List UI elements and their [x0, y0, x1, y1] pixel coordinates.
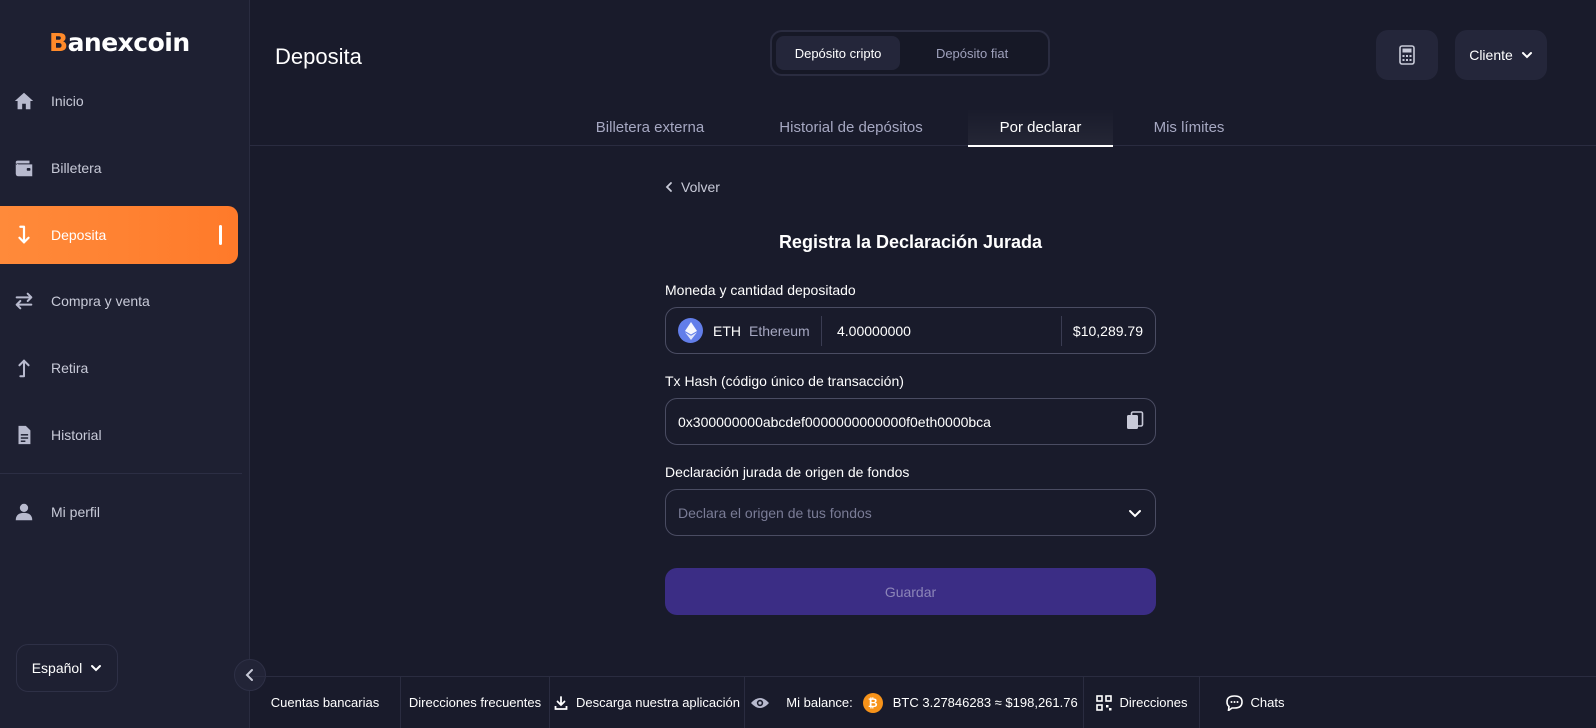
copy-icon [1127, 410, 1144, 429]
calculator-button[interactable] [1376, 30, 1438, 80]
form-title: Registra la Declaración Jurada [778, 232, 1043, 252]
bitcoin-icon: ₿ [862, 692, 883, 713]
document-icon [12, 423, 36, 447]
language-label: Español [31, 660, 83, 676]
back-label: Volver [681, 179, 720, 195]
language-selector[interactable]: Español [16, 644, 118, 692]
footer-chats[interactable]: Chats [1200, 677, 1310, 728]
tx-hash-field[interactable]: 0x300000000abcdef0000000000000f0eth0000b… [665, 398, 1156, 445]
sidebar-item-label: Retira [51, 360, 89, 376]
footer-bank-accounts-label: Cuentas bancarias [270, 695, 380, 710]
copy-button[interactable] [1115, 410, 1155, 433]
user-icon [12, 500, 36, 524]
sidebar-item-label: Historial [51, 427, 102, 443]
active-indicator [219, 225, 222, 245]
origin-select[interactable]: Declara el origen de tus fondos [665, 489, 1156, 536]
coin-selector[interactable]: ETH Ethereum [666, 315, 822, 346]
usd-value: $10,289.79 [1061, 315, 1155, 346]
chevron-down-icon [1521, 52, 1532, 59]
home-icon [12, 89, 36, 113]
footer-download-app[interactable]: Descarga nuestra aplicación [550, 676, 745, 728]
sidebar-item-label: Compra y venta [51, 293, 150, 309]
qr-code-icon [1095, 694, 1112, 711]
currency-amount-field: ETH Ethereum 4.00000000 $10,289.79 [665, 307, 1156, 354]
swap-icon [12, 289, 36, 313]
coin-symbol: ETH [713, 322, 741, 339]
sidebar-item-label: Inicio [51, 93, 84, 109]
wallet-icon [12, 156, 36, 180]
amount-input[interactable]: 4.00000000 [822, 323, 1061, 339]
calculator-icon [1399, 45, 1415, 65]
sidebar-divider [0, 473, 242, 474]
save-button[interactable]: Guardar [665, 568, 1156, 615]
deposit-tabs: Billetera externa Historial de depósitos… [250, 108, 1596, 147]
currency-label: Moneda y cantidad depositado [665, 282, 856, 298]
sidebar-item-compra-venta[interactable]: Compra y venta [0, 272, 238, 330]
ethereum-icon [678, 318, 703, 343]
sidebar-item-label: Mi perfil [51, 504, 101, 520]
tab-mis-limites[interactable]: Mis límites [1140, 108, 1238, 146]
tab-deposito-cripto[interactable]: Depósito cripto [776, 36, 901, 70]
page-title: Deposita [275, 44, 362, 69]
balance-label: Mi balance: [786, 695, 853, 710]
deposit-icon [12, 223, 36, 247]
balance-value: BTC 3.27846283 ≈ $198,261.76 [892, 695, 1078, 710]
hash-label: Tx Hash (código único de transacción) [665, 373, 904, 389]
sidebar-item-billetera[interactable]: Billetera [0, 139, 238, 197]
chevron-down-icon [1115, 506, 1155, 520]
tab-por-declarar[interactable]: Por declarar [968, 108, 1113, 147]
footer-frequent-addresses[interactable]: Direcciones frecuentes [401, 676, 550, 728]
tab-historial-depositos[interactable]: Historial de depósitos [760, 108, 942, 146]
back-link[interactable]: Volver [665, 179, 720, 195]
client-menu-button[interactable]: Cliente [1455, 30, 1547, 80]
sidebar-item-inicio[interactable]: Inicio [0, 72, 238, 130]
tab-deposito-fiat[interactable]: Depósito fiat [900, 36, 1044, 70]
download-icon [554, 695, 568, 710]
footer-addresses[interactable]: Direcciones [1084, 676, 1200, 728]
sidebar-item-retira[interactable]: Retira [0, 339, 238, 397]
chevron-left-icon [665, 182, 672, 192]
sidebar-item-label: Deposita [51, 227, 107, 243]
coin-name: Ethereum [749, 322, 810, 339]
deposit-type-toggle: Depósito cripto Depósito fiat [770, 30, 1050, 76]
footer-download-app-label: Descarga nuestra aplicación [575, 695, 741, 710]
origin-placeholder: Declara el origen de tus fondos [678, 504, 872, 521]
sidebar-item-mi-perfil[interactable]: Mi perfil [0, 483, 238, 541]
footer-chats-label: Chats [1250, 695, 1285, 710]
origin-label: Declaración jurada de origen de fondos [665, 464, 910, 480]
footer-bank-accounts[interactable]: Cuentas bancarias [250, 676, 401, 728]
sidebar-item-historial[interactable]: Historial [0, 406, 238, 464]
eye-icon[interactable] [750, 696, 770, 710]
tab-billetera-externa[interactable]: Billetera externa [575, 108, 725, 146]
sidebar-item-label: Billetera [51, 160, 102, 176]
footer-frequent-addresses-label: Direcciones frecuentes [408, 695, 542, 710]
chevron-down-icon [91, 665, 102, 672]
chat-icon [1225, 694, 1243, 711]
footer-addresses-label: Direcciones [1119, 695, 1188, 710]
withdraw-icon [12, 356, 36, 380]
sidebar: Banexcoin Inicio Billetera Deposita Comp… [0, 0, 250, 728]
sidebar-item-deposita[interactable]: Deposita [0, 206, 238, 264]
footer-balance: Mi balance: ₿ BTC 3.27846283 ≈ $198,261.… [745, 676, 1084, 728]
banexcoin-logo[interactable]: Banexcoin [49, 28, 190, 57]
footer-bar: Cuentas bancarias Direcciones frecuentes… [250, 676, 1596, 728]
tx-hash-input[interactable]: 0x300000000abcdef0000000000000f0eth0000b… [666, 414, 1115, 430]
client-label: Cliente [1469, 47, 1513, 63]
